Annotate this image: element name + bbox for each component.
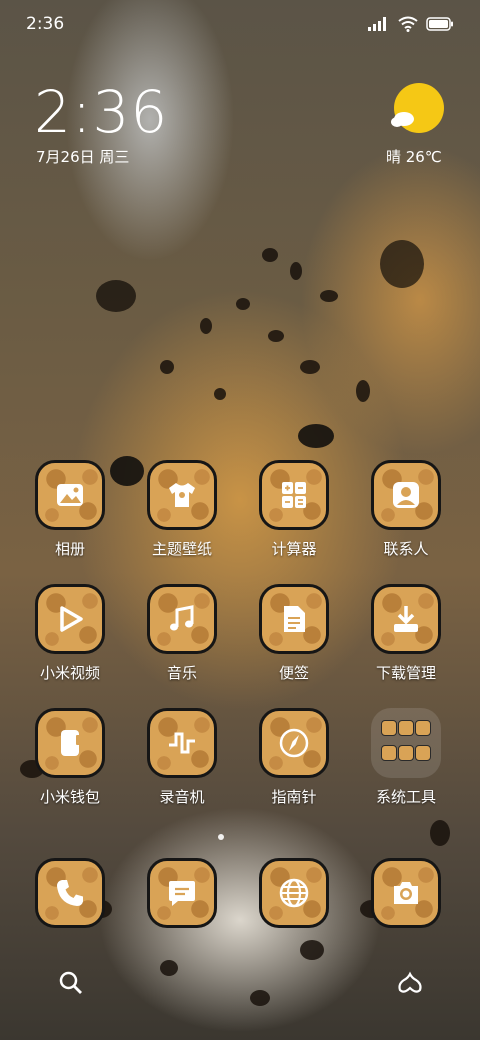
- app-tile: [259, 858, 329, 928]
- app-music[interactable]: 音乐: [128, 584, 240, 694]
- app-label: 相册: [54, 540, 85, 558]
- app-tile: [259, 460, 329, 530]
- messages-icon: [169, 881, 195, 906]
- app-recorder[interactable]: 录音机: [128, 708, 240, 818]
- browser-globe-icon: [279, 878, 309, 908]
- app-contacts[interactable]: 联系人: [352, 460, 464, 570]
- dock-camera[interactable]: [352, 858, 464, 968]
- weather-text: 晴 26℃: [386, 148, 442, 166]
- app-label: 小米钱包: [39, 788, 100, 806]
- app-compass[interactable]: 指南针: [240, 708, 352, 818]
- app-wallet[interactable]: 小米钱包: [16, 708, 128, 818]
- app-label: 录音机: [159, 788, 205, 806]
- status-time: 2:36: [26, 14, 65, 34]
- app-tile: [35, 584, 105, 654]
- app-themes[interactable]: 主题壁纸: [128, 460, 240, 570]
- app-folder-system-tools[interactable]: 系统工具: [352, 708, 464, 818]
- contacts-icon: [393, 482, 419, 508]
- notes-icon: [284, 606, 305, 632]
- clock-widget-date: 7月26日 周三: [36, 148, 130, 166]
- app-notes[interactable]: 便签: [240, 584, 352, 694]
- download-icon: [394, 606, 418, 632]
- app-label: 下载管理: [375, 664, 436, 682]
- dock-phone[interactable]: [16, 858, 128, 968]
- wifi-icon: [398, 16, 418, 32]
- app-label: 系统工具: [375, 788, 436, 806]
- phone-icon: [57, 880, 83, 906]
- sun-cloud-icon[interactable]: [390, 82, 446, 138]
- app-label: 音乐: [166, 664, 197, 682]
- app-calculator[interactable]: 计算器: [240, 460, 352, 570]
- app-tile: [371, 584, 441, 654]
- app-label: 计算器: [271, 540, 317, 558]
- dock-browser[interactable]: [240, 858, 352, 968]
- app-label: 联系人: [383, 540, 429, 558]
- page-indicator-dot: [218, 834, 224, 840]
- app-video[interactable]: 小米视频: [16, 584, 128, 694]
- app-label: 指南针: [271, 788, 317, 806]
- status-bar: 2:36: [0, 0, 480, 48]
- dock-messages[interactable]: [128, 858, 240, 968]
- music-note-icon: [170, 605, 194, 631]
- app-tile: [259, 584, 329, 654]
- clock-widget-time[interactable]: 2:36: [34, 78, 168, 146]
- calculator-icon: [282, 482, 306, 508]
- app-downloads[interactable]: 下载管理: [352, 584, 464, 694]
- search-icon[interactable]: [58, 970, 84, 996]
- theme-shirt-icon: [169, 483, 195, 507]
- app-tile: [371, 460, 441, 530]
- app-tile: [371, 858, 441, 928]
- recorder-wave-icon: [169, 732, 195, 754]
- app-tile: [35, 460, 105, 530]
- app-tile: [147, 858, 217, 928]
- camera-icon: [394, 882, 418, 904]
- app-tile: [147, 460, 217, 530]
- folder-icon: [371, 708, 441, 778]
- app-tile: [147, 708, 217, 778]
- app-label: 主题壁纸: [151, 540, 212, 558]
- battery-icon: [426, 17, 453, 31]
- app-label: 小米视频: [39, 664, 100, 682]
- app-gallery[interactable]: 相册: [16, 460, 128, 570]
- app-tile: [35, 708, 105, 778]
- app-tile: [147, 584, 217, 654]
- app-tile: [259, 708, 329, 778]
- gallery-icon: [57, 484, 83, 506]
- compass-icon: [279, 728, 309, 758]
- signal-icon: [368, 17, 386, 31]
- wallet-icon: [61, 730, 80, 756]
- app-label: 便签: [278, 664, 309, 682]
- video-play-icon: [60, 606, 83, 632]
- app-tile: [35, 858, 105, 928]
- assistant-icon[interactable]: [396, 970, 424, 996]
